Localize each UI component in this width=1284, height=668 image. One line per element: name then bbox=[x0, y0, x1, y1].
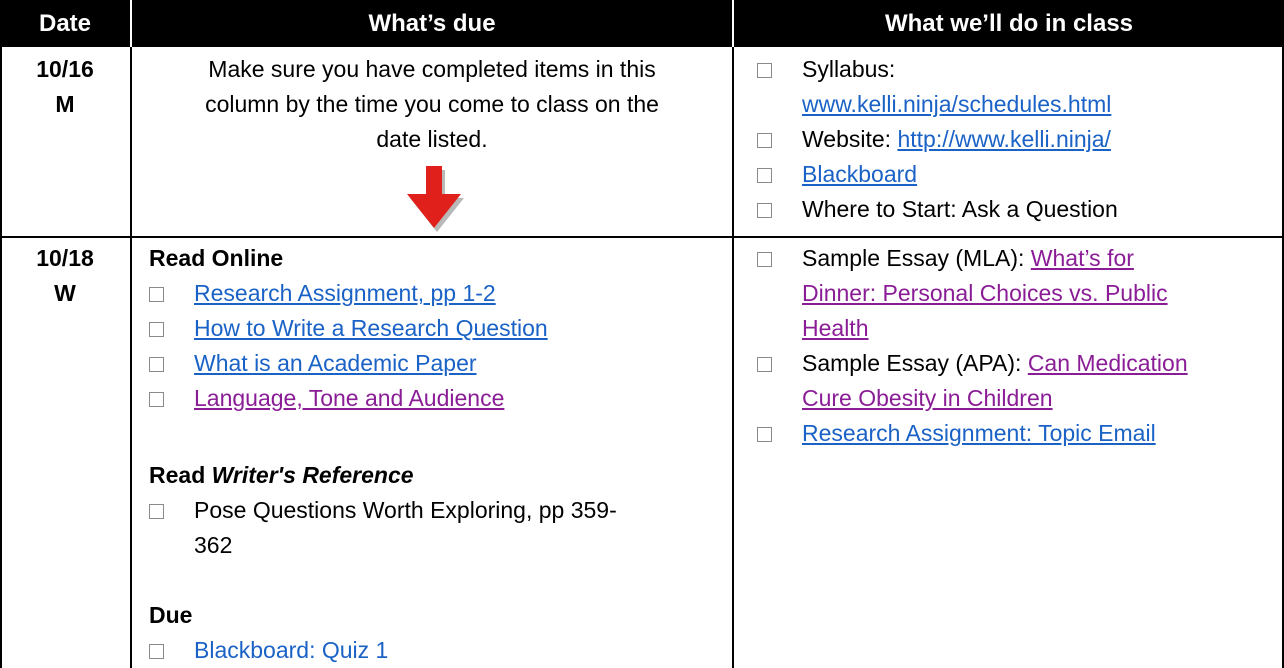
checkbox-icon[interactable] bbox=[757, 427, 772, 442]
checkbox-icon[interactable] bbox=[149, 322, 164, 337]
sample-essay-apa-label: Sample Essay (APA): bbox=[802, 350, 1028, 376]
syllabus-link[interactable]: www.kelli.ninja/schedules.html bbox=[802, 87, 1111, 121]
checkbox-icon[interactable] bbox=[149, 287, 164, 302]
reference-item-line2: 362 bbox=[194, 532, 233, 558]
sample-essay-mla-link-part3[interactable]: Health bbox=[802, 311, 868, 345]
reading-link-language-tone[interactable]: Language, Tone and Audience bbox=[194, 381, 504, 415]
website-link[interactable]: http://www.kelli.ninja/ bbox=[897, 126, 1110, 152]
reading-link-research-question[interactable]: How to Write a Research Question bbox=[194, 311, 548, 345]
checkbox-icon[interactable] bbox=[757, 357, 772, 372]
checkbox-icon[interactable] bbox=[757, 168, 772, 183]
sample-essay-mla-link-part2[interactable]: Dinner: Personal Choices vs. Public bbox=[802, 276, 1168, 310]
checkbox-icon[interactable] bbox=[757, 63, 772, 78]
due-note-line1: Make sure you have completed items in th… bbox=[208, 56, 656, 82]
table-border-due bbox=[732, 47, 734, 668]
reading-link-academic-paper[interactable]: What is an Academic Paper bbox=[194, 346, 477, 380]
sample-essay-mla-line1: Sample Essay (MLA): What’s for bbox=[802, 241, 1134, 275]
sample-essay-apa-link-part1[interactable]: Can Medication bbox=[1028, 350, 1188, 376]
quiz-link[interactable]: Blackboard: Quiz 1 bbox=[194, 633, 388, 667]
due-note-line2: column by the time you come to class on … bbox=[205, 91, 659, 117]
website-item: Website: http://www.kelli.ninja/ bbox=[802, 122, 1111, 156]
checkbox-icon[interactable] bbox=[149, 504, 164, 519]
sample-essay-mla-link-part1[interactable]: What’s for bbox=[1031, 245, 1134, 271]
row1-day: M bbox=[55, 91, 75, 117]
header-whats-due: What’s due bbox=[132, 0, 732, 47]
read-reference-heading: Read Writer's Reference bbox=[149, 458, 414, 492]
checkbox-icon[interactable] bbox=[757, 133, 772, 148]
topic-email-link[interactable]: Research Assignment: Topic Email bbox=[802, 416, 1156, 450]
reference-item-line1: Pose Questions Worth Exploring, pp 359- bbox=[194, 497, 617, 523]
row2-day: W bbox=[54, 280, 76, 306]
sample-essay-mla-label: Sample Essay (MLA): bbox=[802, 245, 1031, 271]
read-reference-title: Writer's Reference bbox=[211, 462, 414, 488]
checkbox-icon[interactable] bbox=[757, 252, 772, 267]
read-online-heading: Read Online bbox=[149, 245, 284, 271]
website-label: Website: bbox=[802, 126, 898, 152]
checkbox-icon[interactable] bbox=[149, 644, 164, 659]
read-reference-prefix: Read bbox=[149, 462, 212, 488]
header-date: Date bbox=[0, 0, 130, 47]
checkbox-icon[interactable] bbox=[149, 392, 164, 407]
header-in-class: What we’ll do in class bbox=[734, 0, 1284, 47]
syllabus-label: Syllabus: bbox=[802, 56, 896, 82]
due-note-line3: date listed. bbox=[376, 126, 488, 152]
blackboard-link[interactable]: Blackboard bbox=[802, 157, 917, 191]
red-down-arrow-icon bbox=[407, 166, 464, 232]
schedule-table: Date What’s due What we’ll do in class 1… bbox=[0, 0, 1284, 668]
row2-date: 10/18 bbox=[36, 245, 94, 271]
due-heading: Due bbox=[149, 602, 193, 628]
where-to-start-item: Where to Start: Ask a Question bbox=[802, 196, 1118, 222]
checkbox-icon[interactable] bbox=[149, 357, 164, 372]
reading-link-research-assignment[interactable]: Research Assignment, pp 1-2 bbox=[194, 276, 496, 310]
sample-essay-apa-line1: Sample Essay (APA): Can Medication bbox=[802, 346, 1188, 380]
checkbox-icon[interactable] bbox=[757, 203, 772, 218]
row1-date: 10/16 bbox=[36, 56, 94, 82]
row-divider bbox=[0, 236, 1284, 238]
sample-essay-apa-link-part2[interactable]: Cure Obesity in Children bbox=[802, 381, 1053, 415]
